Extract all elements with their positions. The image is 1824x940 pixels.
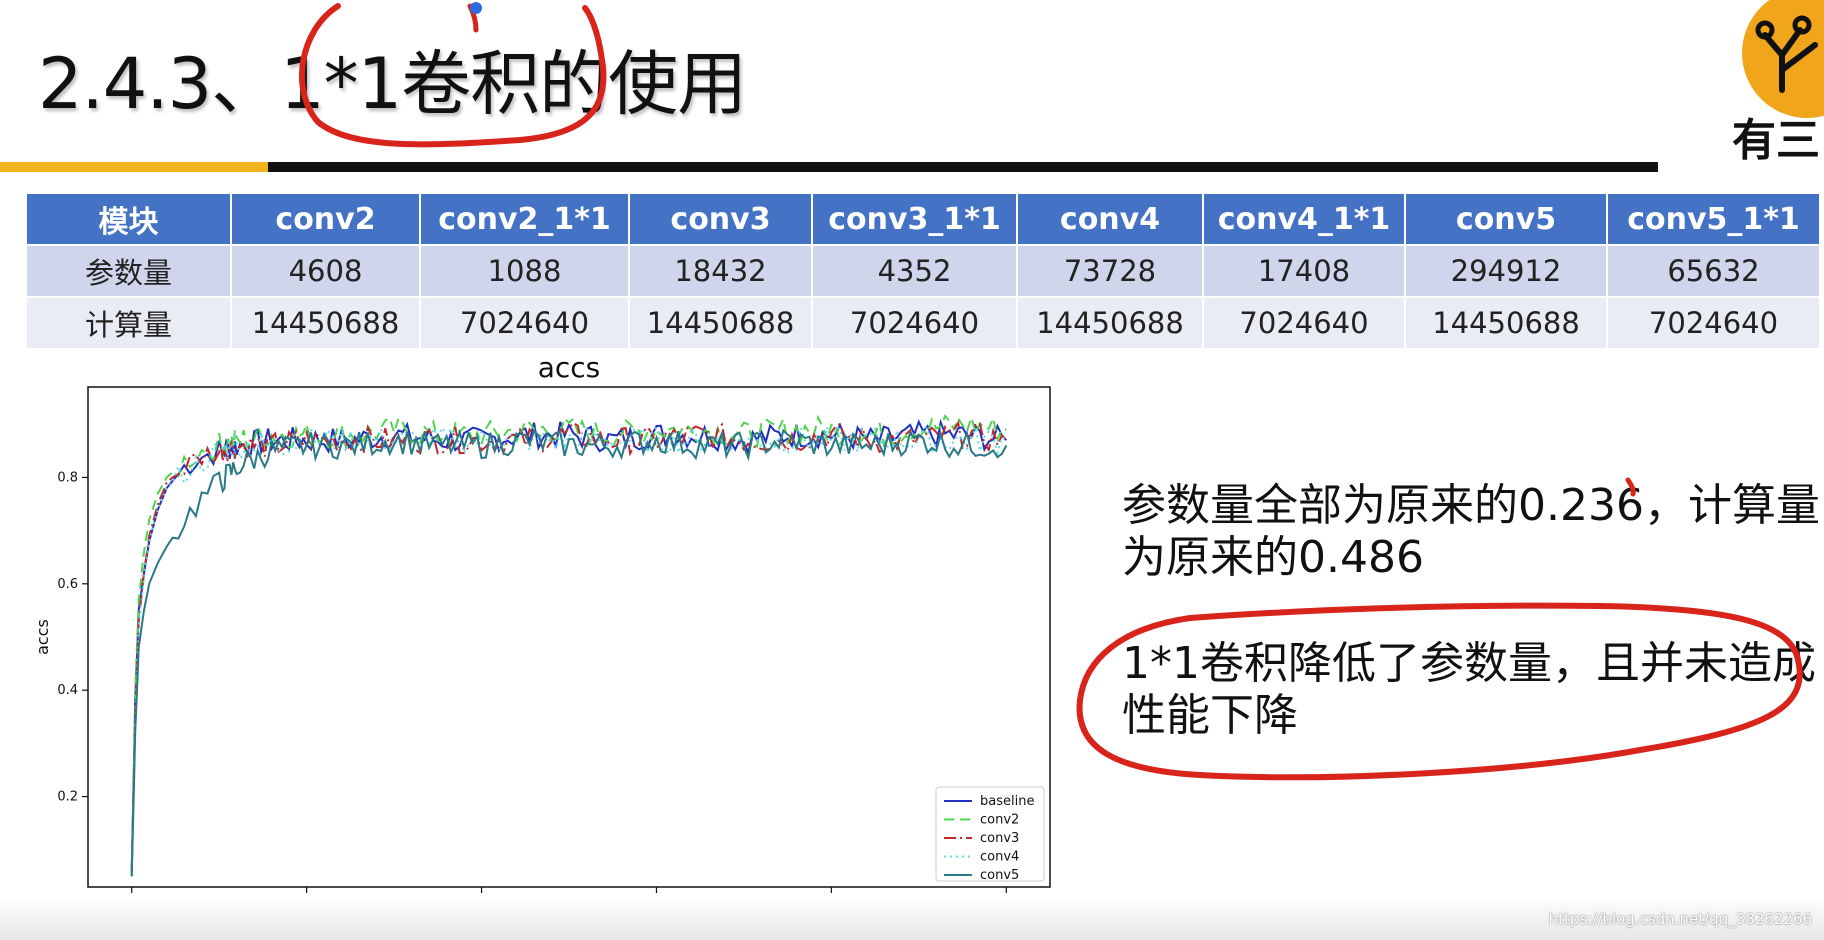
accuracy-chart: 010000200003000040000500000.20.40.60.8ac… bbox=[0, 345, 1070, 940]
blue-dot-annotation bbox=[470, 2, 482, 14]
table-cell: 1088 bbox=[419, 244, 630, 298]
table-header-row: 模块 conv2 conv2_1*1 conv3 conv3_1*1 conv4… bbox=[25, 192, 1821, 246]
red-stroke-annotation-top bbox=[467, 3, 479, 33]
table-cell: 73728 bbox=[1016, 244, 1204, 298]
watermark: https://blog.csdn.net/qq_38262266 bbox=[1548, 910, 1812, 928]
logo-text: 有三 bbox=[1732, 115, 1820, 160]
note-params-ratio: 参数量全部为原来的0.236，计算量为原来的0.486 bbox=[1122, 480, 1820, 583]
table-row-flops: 计算量 14450688 7024640 14450688 7024640 14… bbox=[25, 296, 1821, 350]
brand-logo: 有三 bbox=[1720, 0, 1824, 160]
table-cell: 14450688 bbox=[628, 296, 813, 350]
table-header: conv5 bbox=[1404, 192, 1608, 246]
chart-title: accs bbox=[538, 351, 601, 384]
table-cell: 14450688 bbox=[230, 296, 421, 350]
title-underline-gold bbox=[0, 162, 268, 172]
legend-label-conv5: conv5 bbox=[980, 868, 1019, 883]
legend-label-conv3: conv3 bbox=[980, 831, 1019, 846]
chart-svg: 010000200003000040000500000.20.40.60.8ac… bbox=[33, 351, 1051, 935]
table-header: conv3 bbox=[628, 192, 813, 246]
table-cell: 65632 bbox=[1606, 244, 1821, 298]
slide-title: 2.4.3、1*1卷积的使用 bbox=[38, 43, 747, 125]
table-cell: 7024640 bbox=[419, 296, 630, 350]
y-tick-label: 0.8 bbox=[57, 470, 78, 485]
table-cell: 7024640 bbox=[1202, 296, 1406, 350]
table-cell: 14450688 bbox=[1404, 296, 1608, 350]
table-header: conv5_1*1 bbox=[1606, 192, 1821, 246]
table-cell: 4608 bbox=[230, 244, 421, 298]
y-axis-label: accs bbox=[33, 619, 52, 655]
table-cell: 7024640 bbox=[1606, 296, 1821, 350]
note-conclusion: 1*1卷积降低了参数量，且并未造成性能下降 bbox=[1122, 638, 1816, 741]
logo-circuit-icon bbox=[1755, 15, 1818, 93]
table-row-params: 参数量 4608 1088 18432 4352 73728 17408 294… bbox=[25, 244, 1821, 298]
table-cell: 计算量 bbox=[25, 296, 232, 350]
legend-label-conv2: conv2 bbox=[980, 813, 1019, 828]
table-header: conv3_1*1 bbox=[811, 192, 1018, 246]
table-header: conv4 bbox=[1016, 192, 1204, 246]
y-tick-label: 0.6 bbox=[57, 577, 78, 592]
table-cell: 4352 bbox=[811, 244, 1018, 298]
table-cell: 294912 bbox=[1404, 244, 1608, 298]
table-header: conv4_1*1 bbox=[1202, 192, 1406, 246]
table-cell: 参数量 bbox=[25, 244, 232, 298]
parameter-table: 模块 conv2 conv2_1*1 conv3 conv3_1*1 conv4… bbox=[25, 192, 1821, 350]
table-cell: 14450688 bbox=[1016, 296, 1204, 350]
y-tick-label: 0.4 bbox=[57, 683, 78, 698]
legend-label-conv4: conv4 bbox=[980, 850, 1019, 865]
legend-label-baseline: baseline bbox=[980, 794, 1034, 809]
table-cell: 18432 bbox=[628, 244, 813, 298]
table-header: conv2_1*1 bbox=[419, 192, 630, 246]
title-underline-black bbox=[268, 162, 1658, 172]
y-tick-label: 0.2 bbox=[57, 790, 78, 805]
plot-frame bbox=[87, 386, 1051, 888]
table-cell: 17408 bbox=[1202, 244, 1406, 298]
table-cell: 7024640 bbox=[811, 296, 1018, 350]
table-header: 模块 bbox=[25, 192, 232, 246]
table-header: conv2 bbox=[230, 192, 421, 246]
